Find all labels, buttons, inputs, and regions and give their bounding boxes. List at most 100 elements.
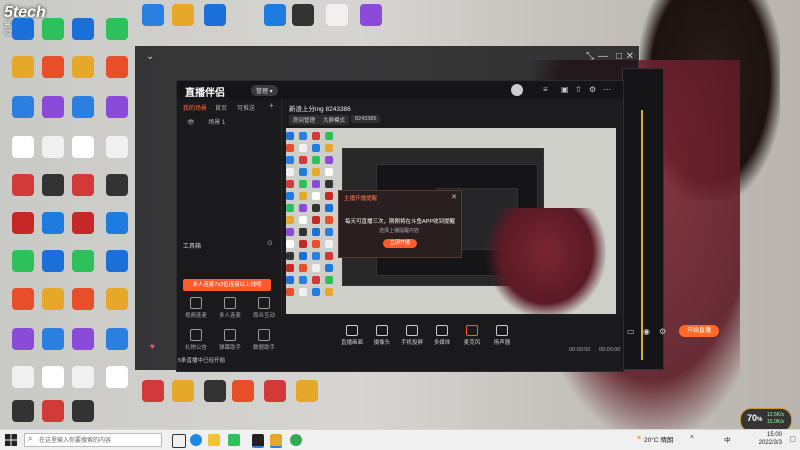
bottom-screen-button[interactable]: 直播画面 xyxy=(339,325,365,346)
add-tab-button[interactable]: + xyxy=(269,101,274,110)
bottom-media-button[interactable]: 多媒体 xyxy=(429,325,455,346)
desktop-shortcut-icon[interactable] xyxy=(100,56,134,78)
desktop-shortcut-icon[interactable] xyxy=(100,328,134,350)
desktop-shortcut-icon[interactable] xyxy=(100,212,134,234)
desktop-shortcut-icon[interactable] xyxy=(166,380,200,402)
tool-multi-link[interactable]: 多人连麦 xyxy=(215,297,245,319)
desktop-shortcut-icon[interactable] xyxy=(36,18,70,40)
bottom-camera-button[interactable]: 摄像头 xyxy=(369,325,395,346)
lang-indicator[interactable]: 中 xyxy=(724,434,731,444)
desktop-shortcut-icon[interactable] xyxy=(66,400,100,422)
close-icon[interactable]: ✕ xyxy=(626,51,634,62)
room-title[interactable]: 新浪上分ing 8243386 xyxy=(289,103,351,113)
desktop-shortcut-icon[interactable] xyxy=(36,56,70,78)
desktop-shortcut-icon[interactable] xyxy=(36,366,70,388)
more-icon[interactable]: ⋯ xyxy=(603,85,611,94)
toolbox-settings-icon[interactable]: ⊙ xyxy=(267,239,273,247)
dialog-close-icon[interactable]: ✕ xyxy=(451,193,457,201)
dropdown-icon[interactable]: ⌄ xyxy=(146,51,154,62)
maximize-icon[interactable]: □ xyxy=(616,51,622,62)
tab-my-scenes[interactable]: 我的场景 xyxy=(183,103,207,112)
menu-icon[interactable]: ≡ xyxy=(543,85,548,94)
desktop-shortcut-icon[interactable] xyxy=(6,212,40,234)
desktop-shortcut-icon[interactable] xyxy=(258,380,292,402)
desktop-shortcut-icon[interactable] xyxy=(6,400,40,422)
desktop-shortcut-icon[interactable] xyxy=(36,174,70,196)
desktop-shortcut-icon[interactable] xyxy=(100,288,134,310)
desktop-shortcut-icon[interactable] xyxy=(36,400,70,422)
windows-start-icon[interactable] xyxy=(4,433,18,447)
tab-home[interactable]: 首页 xyxy=(215,103,227,112)
desktop-shortcut-icon[interactable] xyxy=(100,18,134,40)
wechat-taskbar-icon[interactable] xyxy=(228,434,240,446)
gear-icon[interactable]: ⚙ xyxy=(659,327,666,336)
desktop-shortcut-icon[interactable] xyxy=(286,4,320,26)
live-app-taskbar-icon[interactable] xyxy=(252,434,264,448)
app-titlebar[interactable]: 直播伴侣 管理 ▾ ≡ ▣ ⇧ ⚙ ⋯ xyxy=(177,81,623,99)
desktop-shortcut-icon[interactable] xyxy=(136,4,170,26)
notification-icon[interactable]: ▢ xyxy=(789,435,796,443)
desktop-shortcut-icon[interactable] xyxy=(6,96,40,118)
desktop-shortcut-icon[interactable] xyxy=(66,288,100,310)
promo-banner[interactable]: 多人连麦7x3位连接以上线呢 xyxy=(183,279,271,291)
desktop-shortcut-icon[interactable] xyxy=(136,380,170,402)
desktop-shortcut-icon[interactable] xyxy=(66,366,100,388)
desktop-shortcut-icon[interactable] xyxy=(66,328,100,350)
share-icon[interactable]: ⇧ xyxy=(575,85,582,94)
desktop-shortcut-icon[interactable] xyxy=(354,4,388,26)
desktop-shortcut-icon[interactable] xyxy=(66,212,100,234)
desktop-shortcut-icon[interactable] xyxy=(66,250,100,272)
taskbar-search-input[interactable]: 在这里输入你要搜索的内容 xyxy=(24,433,162,447)
desktop-shortcut-icon[interactable] xyxy=(36,96,70,118)
tray-chevron-icon[interactable]: ˄ xyxy=(690,434,694,441)
avatar[interactable] xyxy=(511,84,523,96)
desktop-shortcut-icon[interactable] xyxy=(36,288,70,310)
chip-room-manage[interactable]: 房间管理 xyxy=(289,115,320,125)
tab-pushable[interactable]: 可推送 xyxy=(237,103,255,112)
capture-window-titlebar[interactable]: ⌄ ⤡ — □ ✕ xyxy=(136,47,638,67)
explorer-taskbar-icon[interactable] xyxy=(208,434,220,446)
tool-audience[interactable]: 观众互动 xyxy=(249,297,279,319)
desktop-shortcut-icon[interactable] xyxy=(36,250,70,272)
weather-text[interactable]: 20°C 晴朗 xyxy=(644,434,673,444)
desktop-shortcut-icon[interactable] xyxy=(36,212,70,234)
app-taskbar-icon[interactable] xyxy=(270,434,282,448)
bottom-speaker-button[interactable]: 扬声器 xyxy=(489,325,515,346)
start-live-button[interactable]: 开始直播 xyxy=(679,325,719,337)
restore-icon[interactable]: ⤡ xyxy=(586,51,594,62)
taskbar-clock[interactable]: 15:00 2022/3/3 xyxy=(759,431,782,447)
desktop-shortcut-icon[interactable] xyxy=(6,174,40,196)
desktop-shortcut-icon[interactable] xyxy=(198,4,232,26)
desktop-shortcut-icon[interactable] xyxy=(6,56,40,78)
desktop-shortcut-icon[interactable] xyxy=(320,4,354,26)
desktop-shortcut-icon[interactable] xyxy=(100,136,134,158)
desktop-shortcut-icon[interactable] xyxy=(290,380,324,402)
bottom-phone-cast-button[interactable]: 手机投屏 xyxy=(399,325,425,346)
minimize-icon[interactable]: — xyxy=(598,51,608,62)
desktop-shortcut-icon[interactable] xyxy=(66,136,100,158)
record-icon[interactable]: ▭ xyxy=(627,327,635,336)
desktop-shortcut-icon[interactable] xyxy=(6,288,40,310)
preview-eye-icon[interactable]: ◉ xyxy=(643,327,650,336)
settings-icon[interactable]: ⚙ xyxy=(589,85,596,94)
desktop-shortcut-icon[interactable] xyxy=(6,136,40,158)
desktop-shortcut-icon[interactable] xyxy=(6,18,40,40)
desktop-shortcut-icon[interactable] xyxy=(166,4,200,26)
desktop-shortcut-icon[interactable] xyxy=(66,174,100,196)
scene-item[interactable]: 👁 场景 1 xyxy=(187,117,225,126)
chrome-taskbar-icon[interactable] xyxy=(290,434,302,446)
desktop-shortcut-icon[interactable] xyxy=(36,136,70,158)
dialog-start-button[interactable]: 立即开播 xyxy=(383,239,417,248)
tool-data[interactable]: 数据助手 xyxy=(249,329,279,351)
desktop-shortcut-icon[interactable] xyxy=(66,56,100,78)
chip-big-screen[interactable]: 大屏模式 xyxy=(319,115,350,125)
desktop-shortcut-icon[interactable] xyxy=(100,174,134,196)
bottom-mic-button[interactable]: 麦克风 xyxy=(459,325,485,346)
edge-taskbar-icon[interactable] xyxy=(190,434,202,446)
heart-icon[interactable]: ♥ xyxy=(150,342,155,351)
task-view-icon[interactable] xyxy=(172,434,186,448)
desktop-shortcut-icon[interactable] xyxy=(36,328,70,350)
desktop-shortcut-icon[interactable] xyxy=(226,380,260,402)
desktop-shortcut-icon[interactable] xyxy=(100,96,134,118)
tool-video-link[interactable]: 视频连麦 xyxy=(181,297,211,319)
